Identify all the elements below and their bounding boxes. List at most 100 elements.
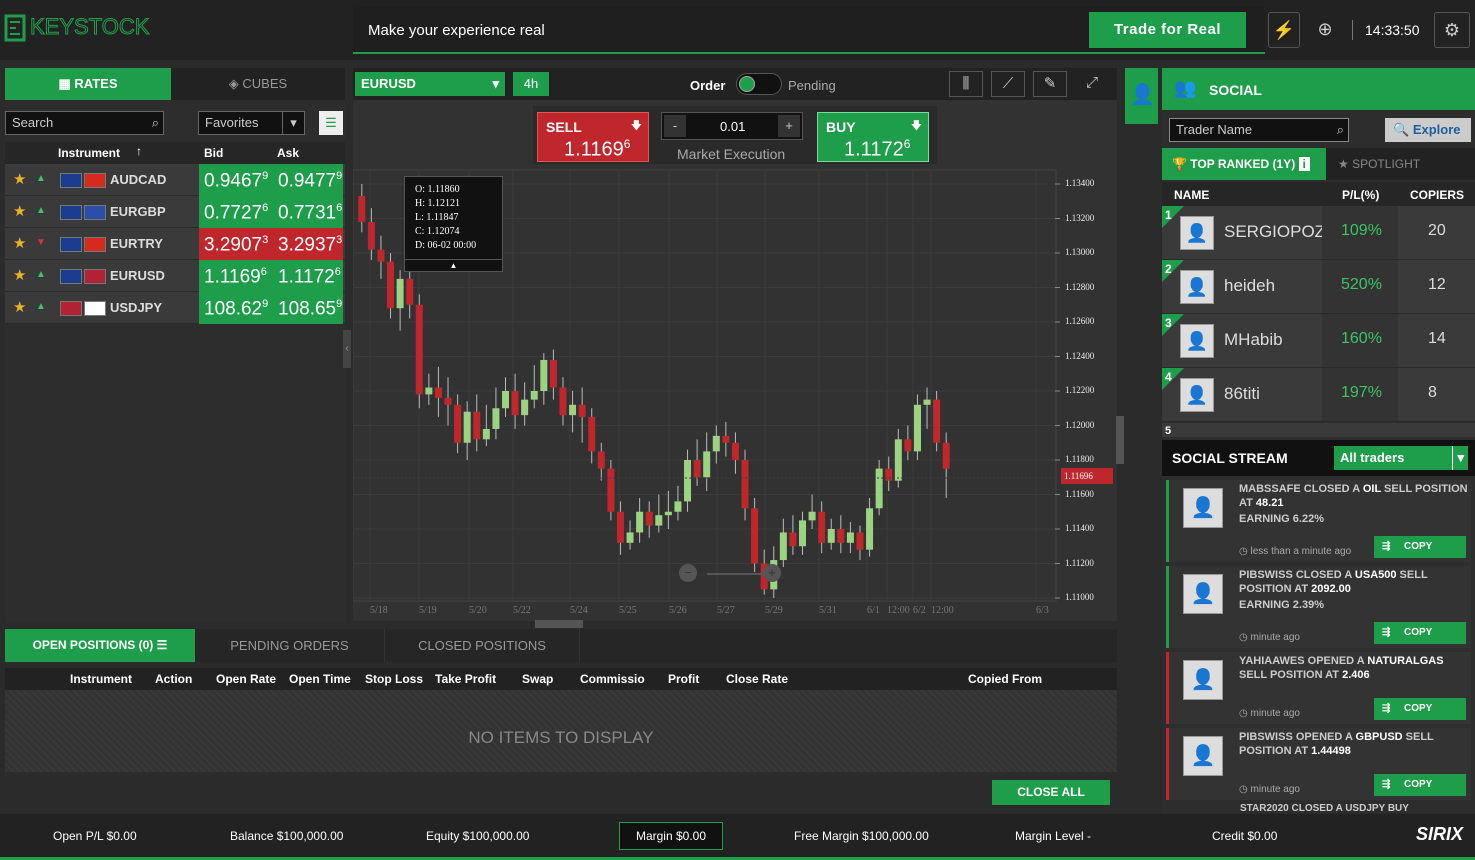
trader-row-partial: 5 <box>1162 423 1475 437</box>
rate-row[interactable]: ★ ▲ EURUSD 1.11696 1.11726 <box>5 260 345 292</box>
price-chart[interactable]: SELL 🡇 1.11696 - 0.01 + Market Execution… <box>353 100 1124 628</box>
search-input[interactable]: Search ⌕ <box>5 111 164 135</box>
candle-body <box>894 439 902 481</box>
qty-plus-button[interactable]: + <box>778 115 800 137</box>
order-pending-toggle[interactable] <box>736 73 782 95</box>
draw-tool-icon[interactable]: ✎ <box>1033 71 1067 97</box>
price-cell[interactable]: 3.29073 3.29373 <box>199 228 343 260</box>
col-header[interactable]: Take Profit <box>435 672 496 686</box>
tab-open-positions[interactable]: OPEN POSITIONS (0) ☰ <box>5 629 195 662</box>
candle-body <box>473 411 481 440</box>
trader-name[interactable]: MHabib <box>1224 330 1283 350</box>
tab-rates[interactable]: ▦ RATES <box>5 68 171 100</box>
col-header[interactable]: Commissio <box>580 672 645 686</box>
col-header[interactable]: Swap <box>522 672 553 686</box>
bid-price[interactable]: 0.77276 <box>204 202 268 224</box>
ask-price[interactable]: 0.77316 <box>278 202 342 224</box>
rate-row[interactable]: ★ ▲ AUDCAD 0.94679 0.94779 <box>5 164 345 196</box>
trade-for-real-button[interactable]: Trade for Real <box>1089 12 1246 48</box>
copy-button[interactable]: ⇶ COPY <box>1374 622 1466 644</box>
tab-spotlight[interactable]: ★ SPOTLIGHT <box>1326 148 1475 180</box>
ask-price[interactable]: 1.11726 <box>278 266 341 288</box>
trader-row[interactable]: 1 👤 SERGIOPOZZ 109% 20 <box>1162 206 1475 260</box>
star-icon[interactable]: ★ <box>13 266 26 284</box>
zoom-out-icon[interactable]: − <box>679 564 697 582</box>
copy-button[interactable]: ⇶ COPY <box>1374 536 1466 558</box>
col-instrument[interactable]: Instrument <box>58 146 120 160</box>
tab-top-ranked[interactable]: 🏆 TOP RANKED (1Y) i <box>1162 148 1326 180</box>
zoom-slider[interactable] <box>707 573 763 575</box>
rate-row[interactable]: ★ ▲ USDJPY 108.629 108.659 <box>5 292 345 324</box>
y-tick-label: 1.12000 <box>1065 419 1095 430</box>
quantity-stepper[interactable]: - 0.01 + <box>661 112 803 140</box>
col-header[interactable]: Close Rate <box>726 672 788 686</box>
trader-row[interactable]: 4 👤 86titi 197% 8 <box>1162 368 1475 422</box>
col-header[interactable]: Instrument <box>70 672 132 686</box>
price-cell[interactable]: 1.11696 1.11726 <box>199 260 343 292</box>
candlestick-icon[interactable]: ⫼ <box>949 71 983 97</box>
col-header[interactable]: Profit <box>668 672 699 686</box>
trader-row[interactable]: 2 👤 heideh 520% 12 <box>1162 260 1475 314</box>
qty-value[interactable]: 0.01 <box>720 119 745 134</box>
trader-name[interactable]: 86titi <box>1224 384 1260 404</box>
side-resize-handle[interactable] <box>1116 416 1124 464</box>
close-all-button[interactable]: CLOSE ALL <box>992 780 1110 805</box>
star-icon[interactable]: ★ <box>13 202 26 220</box>
rate-row[interactable]: ★ ▼ EURTRY 3.29073 3.29373 <box>5 228 345 260</box>
price-cell[interactable]: 0.94679 0.94779 <box>199 164 343 196</box>
line-chart-icon[interactable]: ⟋ <box>991 71 1025 97</box>
copy-button[interactable]: ⇶ COPY <box>1374 698 1466 720</box>
candle-body <box>751 508 759 564</box>
tab-closed-positions[interactable]: CLOSED POSITIONS <box>385 629 580 662</box>
add-circle-icon[interactable]: ⊕ <box>1309 12 1341 48</box>
stream-filter-select[interactable]: All traders ▾ <box>1334 446 1468 470</box>
tab-pending-orders[interactable]: PENDING ORDERS <box>195 629 385 662</box>
favorites-select[interactable]: Favorites ▾ <box>198 111 305 135</box>
list-view-icon[interactable]: ☰ <box>319 111 343 135</box>
lightning-icon[interactable]: ⚡ <box>1268 12 1300 48</box>
social-toggle-button[interactable]: 👤 <box>1125 68 1158 124</box>
resize-handle[interactable] <box>535 620 583 628</box>
price-cell[interactable]: 108.629 108.659 <box>199 292 343 324</box>
trader-row[interactable]: 3 👤 MHabib 160% 14 <box>1162 314 1475 368</box>
trader-name[interactable]: heideh <box>1224 276 1275 296</box>
bid-price[interactable]: 1.11696 <box>204 266 267 288</box>
gear-icon[interactable]: ⚙ <box>1434 12 1470 48</box>
bid-price[interactable]: 3.29073 <box>204 234 268 256</box>
star-icon[interactable]: ★ <box>13 170 26 188</box>
col-header[interactable]: Action <box>155 672 192 686</box>
collapse-handle[interactable]: ‹ <box>343 330 351 368</box>
sell-button[interactable]: SELL 🡇 1.11696 <box>537 112 649 162</box>
collapse-up-icon[interactable]: ▲ <box>405 259 502 271</box>
qty-minus-button[interactable]: - <box>664 115 686 137</box>
top-bar: KEYSTOCK Make your experience real Trade… <box>0 0 1475 60</box>
expand-icon[interactable]: ⤢ <box>1075 71 1109 97</box>
bid-price[interactable]: 108.629 <box>204 298 268 320</box>
bid-price[interactable]: 0.94679 <box>204 170 268 192</box>
candle-body <box>434 387 442 398</box>
col-header[interactable]: Open Rate <box>216 672 276 686</box>
star-icon[interactable]: ★ <box>13 298 26 316</box>
ask-price[interactable]: 0.94779 <box>278 170 342 192</box>
tab-cubes[interactable]: ◈ CUBES <box>171 68 345 100</box>
buy-button[interactable]: BUY 🡇 1.11726 <box>817 112 929 162</box>
col-header[interactable]: Open Time <box>289 672 351 686</box>
symbol-select[interactable]: EURUSD ▾ <box>355 72 505 96</box>
info-icon[interactable]: i <box>1298 157 1310 171</box>
ask-price[interactable]: 108.659 <box>278 298 342 320</box>
trader-name-input[interactable]: Trader Name ⌕ <box>1169 118 1349 142</box>
zoom-in-icon[interactable]: + <box>763 564 781 582</box>
star-icon[interactable]: ★ <box>13 234 26 252</box>
explore-button[interactable]: 🔍 Explore <box>1385 118 1471 142</box>
rate-symbol: EURGBP <box>110 204 166 219</box>
trader-name[interactable]: SERGIOPOZZ <box>1224 222 1335 242</box>
copy-button[interactable]: ⇶ COPY <box>1374 774 1466 796</box>
rate-row[interactable]: ★ ▲ EURGBP 0.77276 0.77316 <box>5 196 345 228</box>
chart-toolbar: EURUSD ▾ 4h Order Pending ⫼ ⟋ ✎ ⤢ <box>353 68 1117 100</box>
price-cell[interactable]: 0.77276 0.77316 <box>199 196 343 228</box>
zoom-control[interactable]: − + <box>679 564 783 582</box>
col-header[interactable]: Stop Loss <box>365 672 423 686</box>
col-header[interactable]: Copied From <box>968 672 1042 686</box>
ask-price[interactable]: 3.29373 <box>278 234 342 256</box>
timeframe-select[interactable]: 4h <box>513 72 549 96</box>
